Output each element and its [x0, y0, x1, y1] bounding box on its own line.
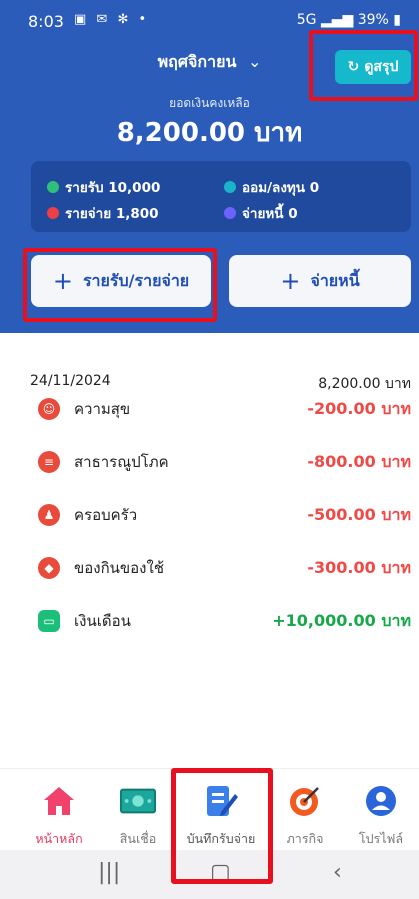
transaction-amount: -500.00 บาท — [307, 504, 411, 524]
stat-income-text: รายรับ 10,000 — [65, 180, 161, 196]
income-dot-icon — [47, 181, 59, 193]
status-time: 8:03 — [28, 12, 64, 31]
stats-panel: รายรับ 10,000 ออม/ลงทุน 0 รายจ่าย 1,800 … — [31, 161, 411, 232]
smile-icon: ☺ — [38, 398, 60, 420]
stat-expense: รายจ่าย 1,800 — [47, 202, 159, 224]
highlight-summary-button — [309, 30, 418, 101]
profile-icon — [363, 783, 399, 819]
home-icon — [41, 783, 77, 819]
balance-amount: 8,200.00 บาท — [116, 118, 303, 148]
signal-icon: 5G ▂▄▆ — [296, 12, 354, 28]
nav-loan-label: สินเชื่อ — [119, 831, 157, 846]
transaction-name: ของกินของใช้ — [74, 559, 165, 577]
wallet-icon: ▭ — [38, 610, 60, 632]
stat-debt-text: จ่ายหนี้ 0 — [242, 206, 298, 222]
back-icon[interactable]: ‹ — [333, 860, 342, 885]
saving-dot-icon — [224, 181, 236, 193]
transaction-amount: -800.00 บาท — [307, 451, 411, 471]
month-label: พฤศจิกายน — [157, 52, 237, 71]
nav-profile[interactable]: โปรไฟล์ — [350, 769, 412, 851]
family-icon: ♟ — [38, 504, 60, 526]
transaction-row[interactable]: ▭ เงินเดือน +10,000.00 บาท — [38, 609, 411, 633]
target-icon — [287, 783, 323, 819]
battery-level: 39% — [357, 12, 389, 28]
nav-mission[interactable]: ภารกิจ — [275, 769, 335, 851]
pay-debt-label: จ่ายหนี้ — [310, 270, 360, 290]
nav-mission-label: ภารกิจ — [286, 831, 324, 846]
chevron-down-icon: ⌄ — [247, 52, 262, 71]
battery-icon: ▮ — [393, 12, 401, 28]
notification-icons: ▣ ✉ ✻ • — [74, 12, 150, 27]
date-label: 24/11/2024 — [30, 373, 111, 389]
transaction-amount: -300.00 บาท — [307, 557, 411, 577]
banknote-icon — [120, 783, 156, 819]
date-row: 24/11/2024 8,200.00 บาท — [30, 373, 411, 392]
transaction-row[interactable]: ◆ ของกินของใช้ -300.00 บาท — [38, 556, 411, 580]
transaction-row[interactable]: ≡ สาธารณูปโภค -800.00 บาท — [38, 450, 411, 474]
nav-profile-label: โปรไฟล์ — [358, 831, 404, 846]
highlight-notebook-nav — [171, 768, 273, 884]
bill-icon: ≡ — [38, 451, 60, 473]
recent-apps-icon[interactable]: ||| — [98, 860, 120, 885]
stat-expense-text: รายจ่าย 1,800 — [65, 206, 159, 222]
transaction-name: เงินเดือน — [74, 612, 131, 630]
grocery-icon: ◆ — [38, 557, 60, 579]
stat-saving: ออม/ลงทุน 0 — [224, 176, 319, 198]
highlight-add-button — [23, 248, 217, 322]
pay-debt-button[interactable]: + จ่ายหนี้ — [229, 255, 411, 307]
nav-home-label: หน้าหลัก — [35, 831, 83, 846]
transaction-name: ครอบครัว — [74, 506, 138, 524]
stat-saving-text: ออม/ลงทุน 0 — [242, 180, 320, 196]
transaction-row[interactable]: ♟ ครอบครัว -500.00 บาท — [38, 503, 411, 527]
debt-dot-icon — [224, 207, 236, 219]
nav-loan[interactable]: สินเชื่อ — [103, 769, 173, 851]
plus-icon: + — [280, 267, 301, 295]
expense-dot-icon — [47, 207, 59, 219]
transaction-name: สาธารณูปโภค — [74, 453, 169, 471]
transaction-row[interactable]: ☺ ความสุข -200.00 บาท — [38, 397, 411, 421]
stat-income: รายรับ 10,000 — [47, 176, 160, 198]
transaction-amount: -200.00 บาท — [307, 398, 411, 418]
stat-debt: จ่ายหนี้ 0 — [224, 202, 298, 224]
nav-home[interactable]: หน้าหลัก — [24, 769, 94, 851]
status-right: 5G ▂▄▆ 39% ▮ — [297, 12, 401, 28]
transaction-name: ความสุข — [74, 400, 131, 418]
transaction-amount: +10,000.00 บาท — [272, 610, 411, 630]
date-total: 8,200.00 บาท — [318, 376, 411, 392]
